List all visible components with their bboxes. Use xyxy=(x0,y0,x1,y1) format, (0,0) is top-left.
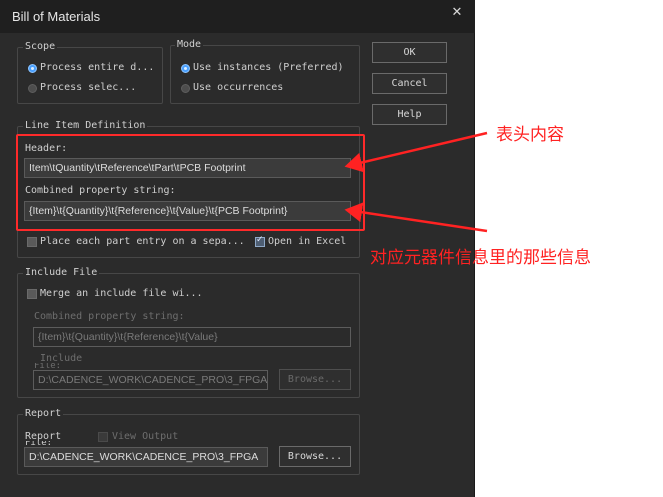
combined-annotation-arrow xyxy=(344,202,488,233)
header-annotation-text: 表头内容 xyxy=(496,125,564,145)
combined-annotation-text: 对应元器件信息里的那些信息 xyxy=(370,248,591,268)
header-annotation-arrow xyxy=(344,131,488,173)
